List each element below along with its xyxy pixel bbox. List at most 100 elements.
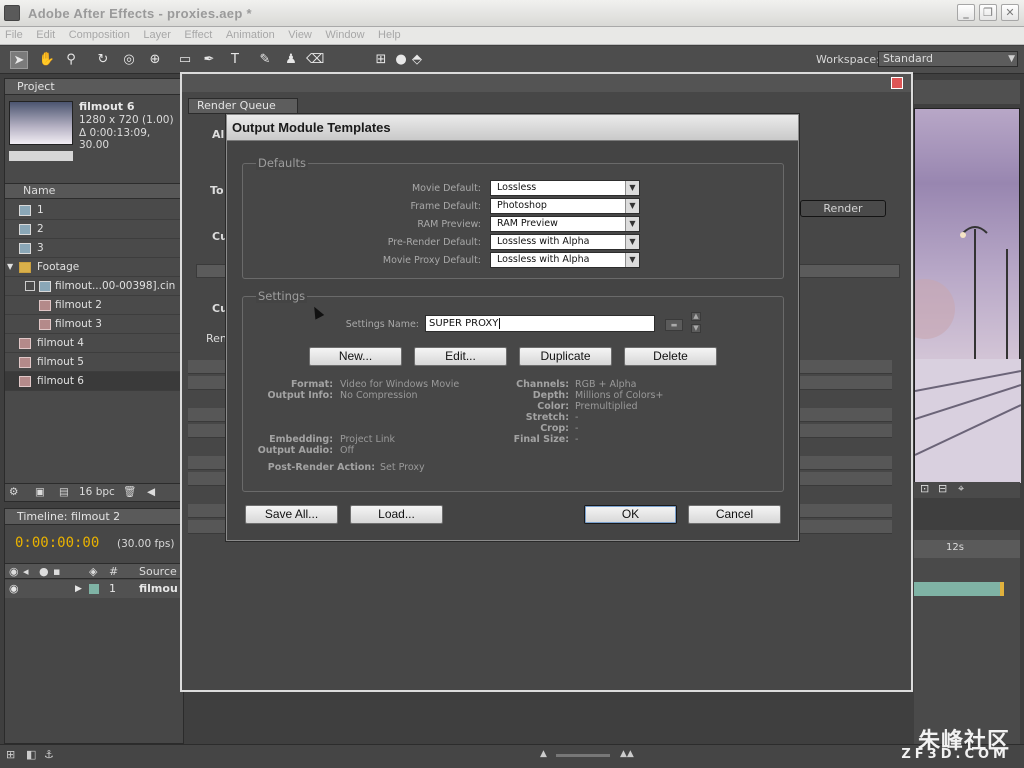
cancel-button[interactable]: Cancel <box>688 505 781 524</box>
axis-view-icon[interactable]: ⬘ <box>408 51 426 69</box>
solo-icon[interactable]: ● <box>39 565 49 578</box>
axis-mode-icon[interactable]: ⊞ <box>372 51 390 69</box>
menu-animation[interactable]: Animation <box>221 27 280 41</box>
layer-name[interactable]: filmou <box>139 580 178 598</box>
zoom-tool-icon[interactable]: ⚲ <box>62 51 80 69</box>
toggle-modes-icon[interactable]: ◧ <box>26 748 36 761</box>
timeline-tab[interactable]: Timeline: filmout 2 <box>5 509 183 525</box>
load-button[interactable]: Load... <box>350 505 443 524</box>
orbit-camera-icon[interactable]: ◎ <box>120 51 138 69</box>
bit-depth-label[interactable]: 16 bpc <box>79 484 115 501</box>
menu-layer[interactable]: Layer <box>138 27 176 41</box>
maximize-button[interactable]: ❐ <box>979 4 997 21</box>
menu-view[interactable]: View <box>283 27 317 41</box>
snapshot-icon[interactable]: ⊡ <box>920 482 929 495</box>
project-item[interactable]: filmout 2 <box>5 296 181 315</box>
project-item[interactable]: filmout 3 <box>5 315 181 334</box>
ok-button[interactable]: OK <box>584 505 677 524</box>
label-icon[interactable]: ◈ <box>89 565 97 578</box>
new-folder-icon[interactable]: ▣ <box>35 484 45 501</box>
chevron-down-icon: ▼ <box>1008 54 1015 64</box>
pen-tool-icon[interactable]: ✒ <box>200 51 218 69</box>
checkbox-icon[interactable] <box>25 281 35 291</box>
rectangle-mask-icon[interactable]: ▭ <box>176 51 194 69</box>
interpret-footage-icon[interactable]: ⚙ <box>9 484 18 501</box>
pre-render-default-select[interactable]: Lossless with Alpha ▼ <box>490 234 640 250</box>
pan-behind-icon[interactable]: ⊕ <box>146 51 164 69</box>
composition-viewer[interactable] <box>914 108 1021 483</box>
settings-name-input[interactable]: SUPER PROXY <box>425 315 655 332</box>
expand-triangle-icon[interactable]: ▼ <box>7 258 13 276</box>
project-item[interactable]: 1 <box>5 201 181 220</box>
flowchart-icon[interactable]: ⌖ <box>958 482 964 496</box>
ram-preview-select[interactable]: RAM Preview ▼ <box>490 216 640 232</box>
menu-window[interactable]: Window <box>320 27 369 41</box>
project-name-column-header[interactable]: Name <box>5 183 181 199</box>
layer-duration-bar[interactable] <box>914 582 1000 596</box>
menu-file[interactable]: File <box>0 27 28 41</box>
scroll-left-icon[interactable]: ◀ <box>147 484 155 501</box>
expand-triangle-icon[interactable]: ▶ <box>75 580 82 598</box>
frame-default-select[interactable]: Photoshop ▼ <box>490 198 640 214</box>
selected-comp-name[interactable]: filmout 6 <box>79 100 135 113</box>
movie-proxy-default-select[interactable]: Lossless with Alpha ▼ <box>490 252 640 268</box>
new-button[interactable]: New... <box>309 347 402 366</box>
project-item[interactable]: filmout 6 <box>5 372 181 391</box>
toggle-switches-icon[interactable]: ⊞ <box>6 748 15 761</box>
workspace-select[interactable]: Standard ▼ <box>878 51 1018 67</box>
close-window-button[interactable]: ✕ <box>1001 4 1019 21</box>
zoom-in-icon[interactable]: ▲▲ <box>620 749 634 759</box>
selection-tool-icon[interactable]: ➤ <box>10 51 28 69</box>
project-item[interactable]: filmout 5 <box>5 353 181 372</box>
save-all-button[interactable]: Save All... <box>245 505 338 524</box>
close-icon[interactable] <box>891 77 903 89</box>
lock-icon[interactable]: ▪ <box>53 565 60 578</box>
hand-tool-icon[interactable]: ✋ <box>38 51 56 69</box>
movie-default-select[interactable]: Lossless ▼ <box>490 180 640 196</box>
visibility-eye-icon[interactable]: ◉ <box>9 580 19 598</box>
project-item[interactable]: ▼ Footage <box>5 258 181 277</box>
delete-button[interactable]: Delete <box>624 347 717 366</box>
timeline-layer-row[interactable]: ◉ ▶ 1 filmou <box>5 580 183 598</box>
minimize-button[interactable]: _ <box>957 4 975 21</box>
project-item[interactable]: filmout...00-00398].cin <box>5 277 181 296</box>
rotate-tool-icon[interactable]: ↻ <box>94 51 112 69</box>
settings-name-dropdown-icon[interactable]: ▬ <box>665 319 683 331</box>
film-icon <box>19 376 31 387</box>
audio-icon[interactable]: ◂ <box>23 565 29 578</box>
chevron-down-icon[interactable]: ▼ <box>691 324 701 333</box>
menu-help[interactable]: Help <box>373 27 406 41</box>
type-tool-icon[interactable]: T <box>226 51 244 69</box>
chevron-up-icon[interactable]: ▲ <box>691 312 701 321</box>
duplicate-button[interactable]: Duplicate <box>519 347 612 366</box>
zoom-out-icon[interactable]: ▲ <box>540 749 547 759</box>
pickwhip-icon[interactable]: ⚓ <box>44 748 54 761</box>
trash-icon[interactable]: 🗑 <box>123 484 136 501</box>
project-item[interactable]: filmout 4 <box>5 334 181 353</box>
layer-out-point[interactable] <box>1000 582 1004 596</box>
edit-button[interactable]: Edit... <box>414 347 507 366</box>
render-button[interactable]: Render <box>800 200 886 217</box>
menu-edit[interactable]: Edit <box>31 27 60 41</box>
eye-icon[interactable]: ◉ <box>9 565 19 578</box>
project-item[interactable]: 2 <box>5 220 181 239</box>
label-color-icon[interactable] <box>89 584 99 594</box>
project-item[interactable]: 3 <box>5 239 181 258</box>
clone-stamp-icon[interactable]: ♟ <box>282 51 300 69</box>
crop-label: Crop: <box>540 423 569 434</box>
timeline-graph-area[interactable] <box>914 530 1020 744</box>
show-snapshot-icon[interactable]: ⊟ <box>938 482 947 495</box>
timeline-panel: Timeline: filmout 2 0:00:00:00 (30.00 fp… <box>4 508 184 744</box>
eraser-tool-icon[interactable]: ⌫ <box>306 51 324 69</box>
current-timecode[interactable]: 0:00:00:00 <box>15 535 99 551</box>
app-icon <box>4 5 20 21</box>
menu-composition[interactable]: Composition <box>64 27 135 41</box>
project-tab[interactable]: Project <box>5 79 181 95</box>
brush-tool-icon[interactable]: ✎ <box>256 51 274 69</box>
render-queue-tab[interactable]: Render Queue <box>188 98 298 114</box>
time-ruler[interactable]: 12s <box>914 540 1020 558</box>
zoom-slider[interactable] <box>556 754 610 757</box>
render-column-header[interactable]: Ren <box>206 332 227 345</box>
new-comp-icon[interactable]: ▤ <box>59 484 69 501</box>
menu-effect[interactable]: Effect <box>179 27 217 41</box>
